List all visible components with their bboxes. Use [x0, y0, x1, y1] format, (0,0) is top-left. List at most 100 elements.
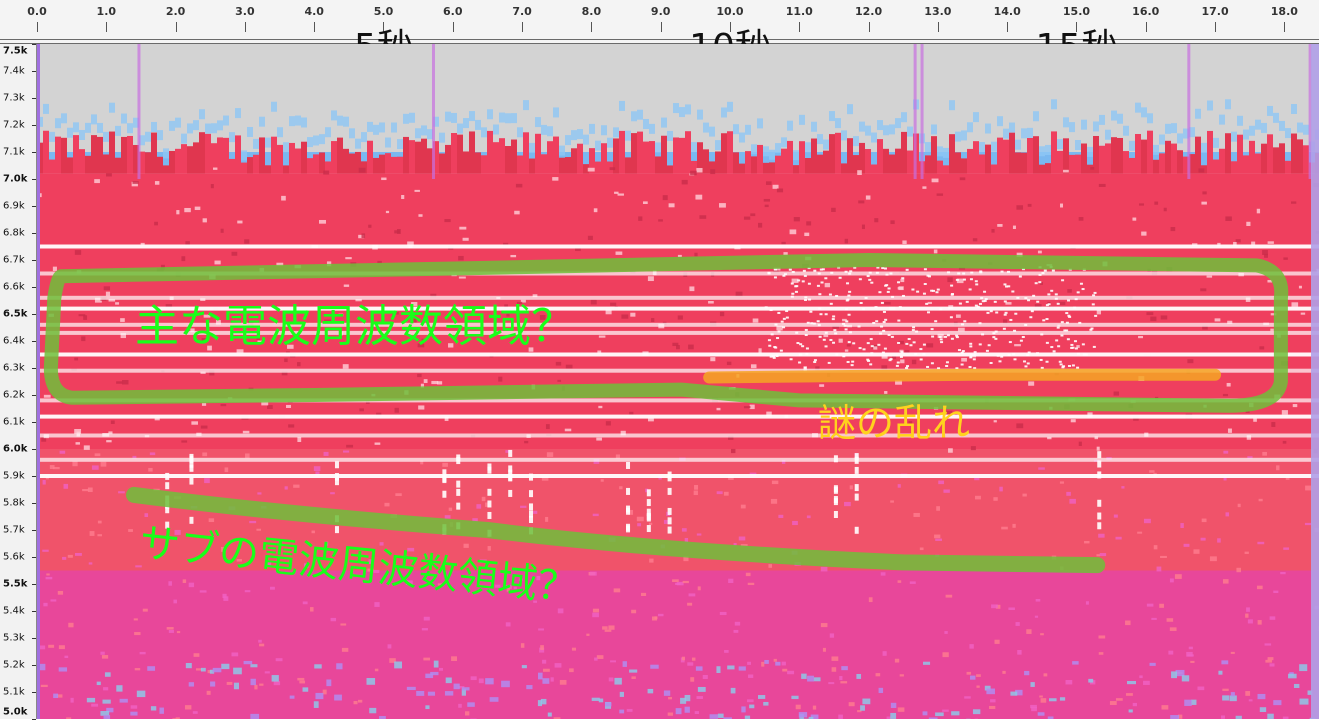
spectrogram-speckle	[651, 318, 654, 322]
spectrogram-bright-patch	[785, 310, 788, 312]
spectrogram-edge	[781, 149, 787, 174]
spectrogram-speckle-low	[970, 676, 975, 680]
spectrogram-edge-blue	[703, 123, 709, 133]
spectrogram-bright-patch	[1068, 365, 1071, 367]
spectrogram-bright-patch	[1041, 367, 1044, 369]
spectrogram-speckle	[533, 511, 538, 514]
spectrogram-edge-blue	[709, 127, 715, 137]
spectrogram-dash	[668, 517, 672, 524]
spectrogram-bright-patch	[851, 364, 854, 366]
spectrogram-edge	[1159, 153, 1165, 173]
spectrogram-edge-blue	[1267, 106, 1273, 116]
spectrogram-speckle	[602, 626, 608, 629]
spectrogram-speckle	[1245, 691, 1250, 696]
spectrogram-bright-patch	[1029, 316, 1032, 318]
spectrogram-speckle	[1222, 689, 1228, 691]
spectrogram-bright-patch	[866, 359, 869, 361]
spectrogram-bright-patch	[897, 320, 900, 322]
spectrogram-speckle-low	[120, 699, 128, 703]
spectrogram-speckle	[753, 318, 759, 322]
spectrogram-bright-patch	[1060, 334, 1063, 336]
frequency-tick-mark	[32, 557, 36, 558]
spectrogram-bright-patch	[768, 339, 771, 341]
spectrogram-edge	[823, 151, 829, 174]
spectrogram-edge	[1075, 155, 1081, 174]
spectrogram-speckle	[610, 660, 616, 662]
spectrogram-bright-patch	[825, 313, 828, 315]
spectrogram-bright-patch	[1077, 291, 1080, 293]
spectrogram-bright-patch	[888, 287, 891, 289]
spectrogram-edge	[1033, 136, 1039, 173]
spectrogram-dash	[487, 467, 491, 474]
spectrogram-speckle-low	[973, 709, 980, 714]
spectrogram-speckle	[748, 674, 753, 677]
spectrogram-speckle-low	[244, 661, 253, 664]
spectrogram-speckle-low	[1182, 675, 1189, 681]
spectrogram-edge-blue	[217, 120, 223, 130]
spectrogram-speckle	[663, 195, 668, 200]
frequency-tick-mark	[32, 287, 36, 288]
spectrogram-edge	[1273, 147, 1279, 173]
spectrogram-speckle	[1283, 257, 1287, 259]
spectrogram-speckle	[91, 704, 98, 707]
spectrogram-speckle	[450, 522, 453, 527]
spectrogram-speckle	[1168, 651, 1173, 655]
spectrogram-speckle-low	[485, 678, 494, 684]
spectrogram-edge	[895, 149, 901, 174]
spectrogram-speckle-low	[116, 685, 122, 691]
spectrogram-edge	[157, 157, 163, 174]
time-tick-mark	[591, 22, 592, 32]
spectrogram-speckle	[404, 390, 408, 395]
spectrogram-bright-patch	[863, 348, 866, 350]
spectrogram-bright-patch	[1053, 350, 1056, 352]
spectrogram-speckle	[214, 261, 220, 265]
spectrogram-dash	[529, 490, 533, 497]
spectrogram-bright-patch	[1024, 297, 1027, 299]
spectrogram-bright-patch	[847, 361, 850, 363]
spectrogram-bright-patch	[865, 297, 868, 299]
spectrogram-speckle	[120, 318, 125, 322]
spectrogram-bright-patch	[828, 362, 831, 364]
spectrogram-speckle	[928, 302, 932, 304]
spectrogram-dash	[165, 496, 169, 503]
spectrogram-dash	[834, 511, 838, 518]
time-tick-mark	[453, 22, 454, 32]
spectrogram-speckle	[569, 668, 574, 672]
spectrogram-speckle	[772, 481, 778, 484]
spectrogram-edge-blue	[547, 126, 553, 136]
spectrogram-edge	[277, 145, 283, 174]
spectrogram-speckle	[1257, 586, 1263, 590]
spectrogram-bright-patch	[881, 267, 884, 269]
spectrogram-dash	[647, 489, 651, 496]
frequency-tick-label: 6.3k	[3, 363, 25, 374]
spectrogram-speckle	[1170, 578, 1174, 582]
spectrogram-edge	[733, 152, 739, 173]
spectrogram-edge-blue	[643, 119, 649, 129]
spectrogram-speckle-low	[1088, 679, 1093, 683]
spectrogram-bright-patch	[845, 308, 848, 310]
spectrogram-plot[interactable]	[37, 44, 1319, 719]
spectrogram-edge-blue	[205, 124, 211, 134]
spectrogram-speckle	[588, 168, 595, 172]
spectrogram-edge	[307, 158, 313, 173]
spectrogram-speckle-low	[1260, 707, 1266, 712]
spectrogram-speckle	[401, 195, 404, 199]
spectrogram-speckle-low	[758, 695, 765, 699]
timeline-ruler[interactable]: 0.01.02.03.04.05.06.07.08.09.010.011.012…	[0, 0, 1319, 45]
spectrogram-edge-blue	[439, 133, 445, 143]
spectrogram-edge-blue	[559, 146, 565, 156]
spectrogram-edge-blue	[871, 133, 877, 143]
spectrogram-speckle	[648, 418, 654, 421]
spectrogram-speckle	[1262, 452, 1267, 456]
spectrogram-speckle	[76, 442, 80, 444]
frequency-tick-mark	[32, 125, 36, 126]
spectrogram-edge-blue	[895, 118, 901, 128]
spectrogram-edge-blue	[655, 142, 661, 152]
spectrogram-speckle	[761, 662, 764, 667]
spectrogram-edge-blue	[109, 103, 115, 113]
spectrogram-bright-patch	[1000, 356, 1003, 358]
spectrogram-speckle	[971, 446, 976, 450]
spectrogram-speckle	[153, 489, 159, 491]
spectrogram-speckle	[683, 556, 688, 561]
spectrogram-bright-patch	[994, 338, 997, 340]
